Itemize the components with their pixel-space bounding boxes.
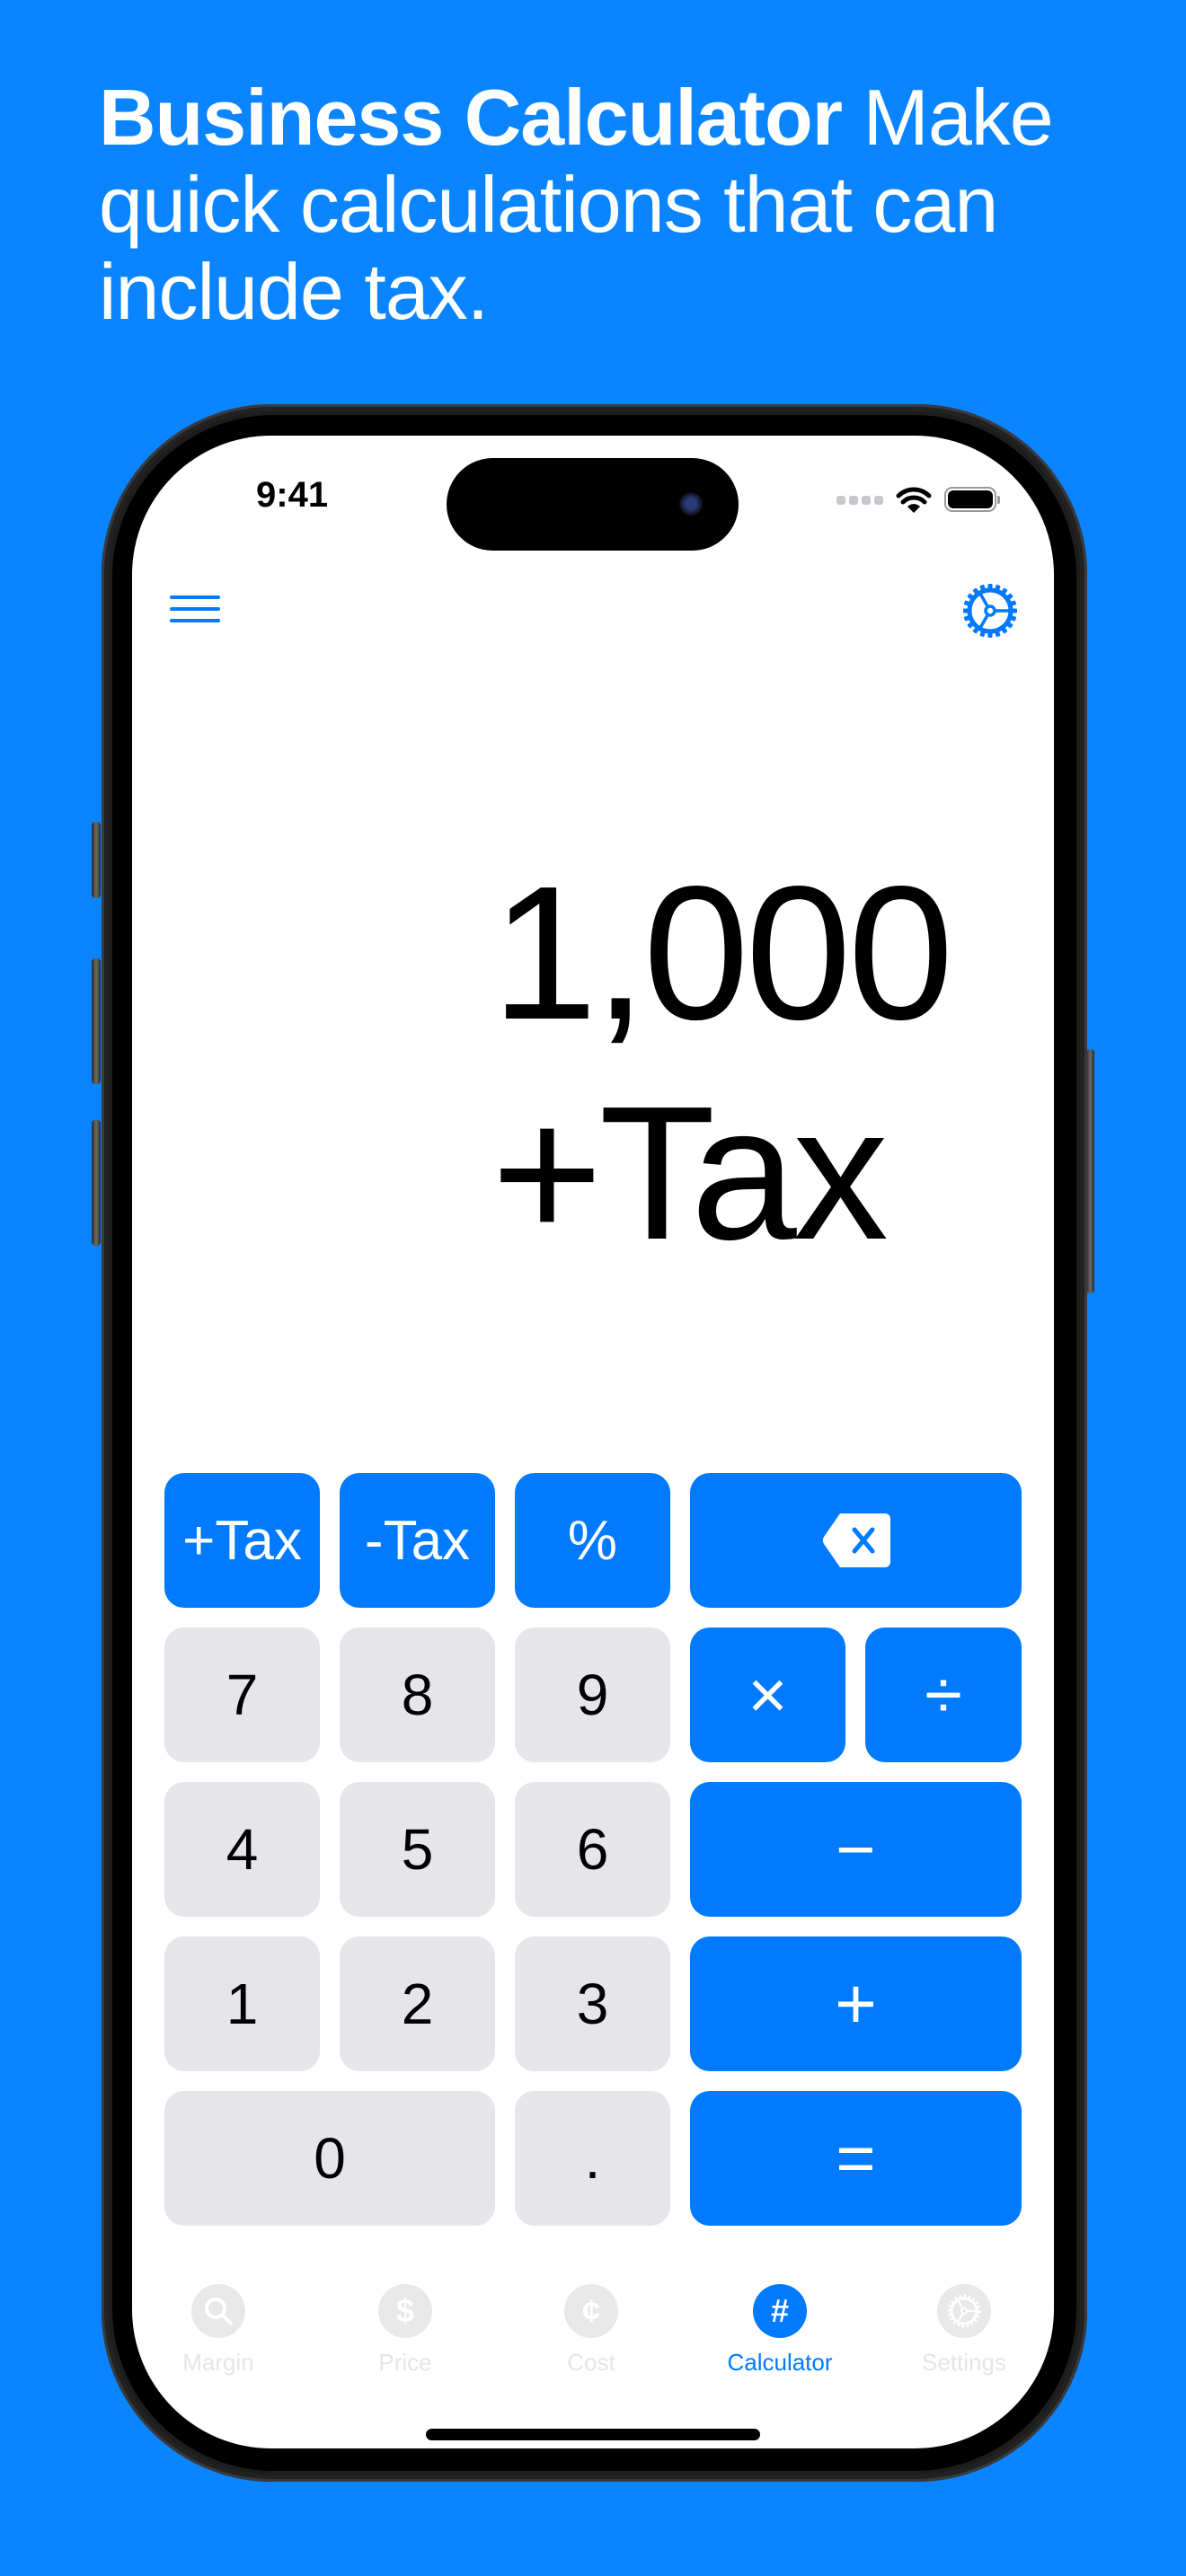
magnifier-icon: [191, 2284, 245, 2338]
volume-down-button: [92, 1120, 101, 1246]
cent-icon: ¢: [564, 2284, 618, 2338]
key-label: 2: [401, 1972, 434, 2036]
key-label: 7: [226, 1663, 259, 1727]
key-label: -Tax: [364, 1509, 471, 1572]
key-label: 5: [401, 1817, 434, 1882]
tab-label: Cost: [567, 2349, 615, 2376]
key-label: −: [836, 1811, 876, 1888]
headline-app-name: Business Calculator: [99, 73, 843, 162]
key-label: 6: [576, 1817, 609, 1882]
key-label: 3: [576, 1972, 609, 2036]
dollar-icon: $: [378, 2284, 432, 2338]
digit-0-button[interactable]: 0: [164, 2091, 495, 2226]
key-label: ÷: [925, 1656, 962, 1734]
digit-4-button[interactable]: 4: [164, 1782, 320, 1917]
key-label: 0: [314, 2126, 346, 2191]
tab-price[interactable]: $ Price: [324, 2277, 486, 2385]
digit-3-button[interactable]: 3: [515, 1936, 670, 2071]
gear-icon: [937, 2284, 991, 2338]
settings-button[interactable]: [962, 583, 1018, 639]
divide-button[interactable]: ÷: [865, 1628, 1022, 1762]
power-button: [1086, 1049, 1094, 1293]
key-label: +: [835, 1963, 877, 2043]
display-value: 1,000: [491, 846, 954, 1059]
display-operation: +Tax: [491, 1066, 889, 1279]
dynamic-island: [447, 458, 739, 551]
digit-5-button[interactable]: 5: [340, 1782, 495, 1917]
digit-2-button[interactable]: 2: [340, 1936, 495, 2071]
subtract-tax-button[interactable]: -Tax: [340, 1473, 495, 1608]
tab-label: Price: [378, 2349, 432, 2376]
key-label: 1: [226, 1972, 259, 2036]
phone-screen: 9:41 1,000 +Tax +Tax -Tax % 7 8 9 × ÷ 4 …: [132, 436, 1054, 2448]
multiply-button[interactable]: ×: [690, 1628, 845, 1762]
key-label: =: [836, 2120, 876, 2197]
digit-8-button[interactable]: 8: [340, 1628, 495, 1762]
key-label: ×: [748, 1656, 788, 1734]
tab-calculator[interactable]: # Calculator: [699, 2277, 861, 2385]
camera-icon: [679, 492, 703, 516]
key-label: +Tax: [182, 1509, 302, 1572]
menu-icon: [170, 595, 220, 622]
backspace-button[interactable]: [690, 1473, 1022, 1608]
key-label: 9: [576, 1663, 609, 1727]
key-label: 4: [226, 1817, 259, 1882]
subtract-button[interactable]: −: [690, 1782, 1022, 1917]
decimal-button[interactable]: .: [515, 2091, 670, 2226]
tab-label: Calculator: [727, 2349, 833, 2376]
volume-up-button: [92, 958, 101, 1084]
marketing-headline: Business Calculator Make quick calculati…: [99, 74, 1132, 335]
gear-icon: [963, 584, 1017, 638]
key-label: %: [567, 1509, 618, 1572]
digit-6-button[interactable]: 6: [515, 1782, 670, 1917]
digit-9-button[interactable]: 9: [515, 1628, 670, 1762]
tab-label: Margin: [182, 2349, 254, 2376]
percent-button[interactable]: %: [515, 1473, 670, 1608]
tab-settings[interactable]: Settings: [883, 2277, 1045, 2385]
status-time: 9:41: [256, 475, 329, 515]
action-button: [92, 822, 101, 898]
battery-icon: [944, 487, 1000, 514]
tab-bar: Margin $ Price ¢ Cost # Calculator Setti…: [132, 2277, 1054, 2385]
menu-button[interactable]: [168, 594, 222, 626]
add-tax-button[interactable]: +Tax: [164, 1473, 320, 1608]
key-label: .: [584, 2126, 601, 2191]
status-icons: [836, 482, 1000, 518]
delete-backspace-icon: [822, 1513, 890, 1567]
key-label: 8: [401, 1663, 434, 1727]
tab-margin[interactable]: Margin: [137, 2277, 299, 2385]
add-button[interactable]: +: [690, 1936, 1022, 2071]
tab-label: Settings: [922, 2349, 1006, 2376]
equals-button[interactable]: =: [690, 2091, 1022, 2226]
signal-icon: [836, 496, 883, 505]
tab-cost[interactable]: ¢ Cost: [510, 2277, 672, 2385]
digit-1-button[interactable]: 1: [164, 1936, 320, 2071]
hash-icon: #: [753, 2284, 807, 2338]
home-indicator[interactable]: [426, 2429, 760, 2440]
wifi-icon: [896, 487, 932, 513]
digit-7-button[interactable]: 7: [164, 1628, 320, 1762]
